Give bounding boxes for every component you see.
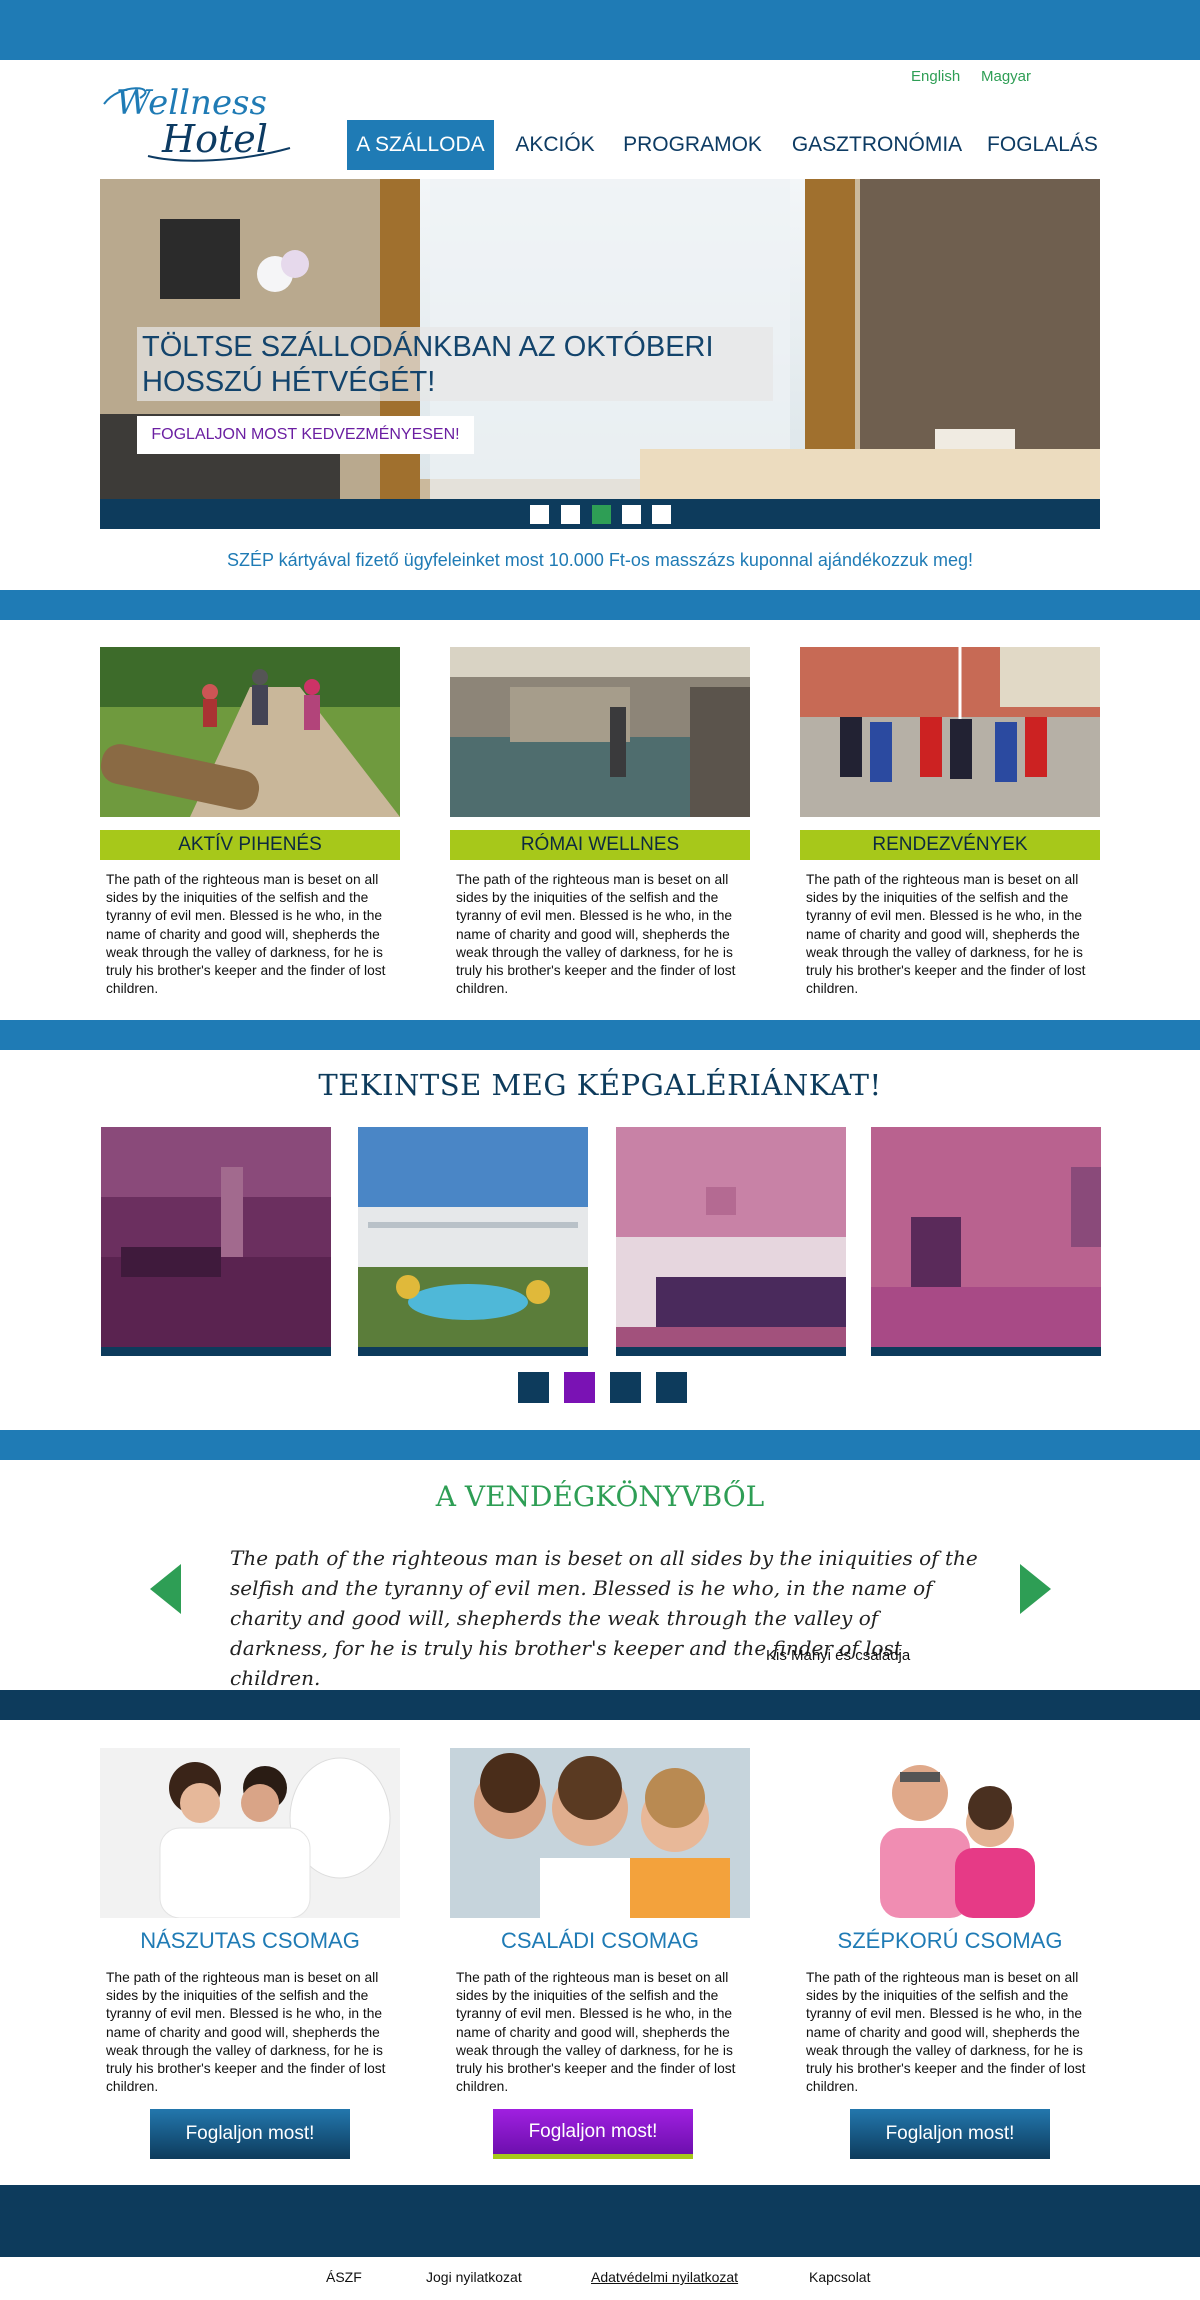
slider-dot-3-active[interactable] — [592, 505, 611, 524]
feature-text-aktiv-pihenes: The path of the righteous man is beset o… — [106, 872, 386, 997]
nav-item-programok[interactable]: PROGRAMOK — [615, 120, 770, 170]
gallery-page-3[interactable] — [610, 1372, 641, 1403]
guestbook-next-arrow-icon[interactable] — [1020, 1564, 1051, 1614]
gallery-image-3-bar — [616, 1347, 846, 1356]
hero-title-line-2: HOSSZÚ HÉTVÉGÉT! — [142, 366, 436, 398]
language-english-link[interactable]: English — [911, 68, 960, 85]
gallery-image-4[interactable] — [871, 1127, 1101, 1347]
package-text-csaladi: The path of the righteous man is beset o… — [456, 1970, 736, 2095]
package-book-button-naszutas[interactable]: Foglaljon most! — [150, 2109, 350, 2159]
gallery-title: TEKINTSE MEG KÉPGALÉRIÁNKAT! — [318, 1068, 882, 1102]
nav-item-akciok[interactable]: AKCIÓK — [505, 120, 605, 170]
footer-bar — [0, 2185, 1200, 2257]
promo-message: SZÉP kártyával fizető ügyfeleinket most … — [226, 550, 974, 570]
package-book-button-szepkoru[interactable]: Foglaljon most! — [850, 2109, 1050, 2159]
footer-link-kapcsolat[interactable]: Kapcsolat — [809, 2269, 870, 2285]
feature-title-aktiv-pihenes[interactable]: AKTÍV PIHENÉS — [100, 830, 400, 860]
logo-script-graphic: Wellness Hotel — [103, 83, 291, 162]
gallery-image-3[interactable] — [616, 1127, 846, 1347]
guestbook-prev-arrow-icon[interactable] — [150, 1564, 181, 1614]
package-book-button-csaladi[interactable]: Foglaljon most! — [493, 2109, 693, 2159]
package-image-csaladi[interactable] — [450, 1748, 750, 1918]
gallery-page-2-active[interactable] — [564, 1372, 595, 1403]
language-magyar-link[interactable]: Magyar — [981, 68, 1031, 85]
slider-dot-2[interactable] — [561, 505, 580, 524]
section-divider-band-dark — [0, 1690, 1200, 1720]
section-divider-band — [0, 1020, 1200, 1050]
package-text-szepkoru: The path of the righteous man is beset o… — [806, 1970, 1086, 2095]
gallery-page-1[interactable] — [518, 1372, 549, 1403]
slider-dot-4[interactable] — [622, 505, 641, 524]
nav-item-foglalas[interactable]: FOGLALÁS — [985, 120, 1100, 170]
package-title-csaladi[interactable]: CSALÁDI CSOMAG — [450, 1928, 750, 1954]
package-image-naszutas[interactable] — [100, 1748, 400, 1918]
hero-book-now-button[interactable]: FOGLALJON MOST KEDVEZMÉNYESEN! — [137, 416, 474, 454]
feature-image-aktiv-pihenes[interactable] — [100, 647, 400, 817]
hero-title: TÖLTSE SZÁLLODÁNKBAN AZ OKTÓBERI HOSSZÚ … — [142, 330, 714, 400]
feature-image-rendezvenyek[interactable] — [800, 647, 1100, 817]
package-title-szepkoru[interactable]: SZÉPKORÚ CSOMAG — [800, 1928, 1100, 1954]
feature-title-rendezvenyek[interactable]: RENDEZVÉNYEK — [800, 830, 1100, 860]
feature-text-rendezvenyek: The path of the righteous man is beset o… — [806, 872, 1086, 997]
footer-link-aszf[interactable]: ÁSZF — [326, 2269, 362, 2285]
section-divider-band — [0, 590, 1200, 620]
gallery-image-1[interactable] — [101, 1127, 331, 1347]
section-divider-band — [0, 1430, 1200, 1460]
footer-link-jogi-nyilatkozat[interactable]: Jogi nyilatkozat — [426, 2269, 522, 2285]
gallery-page-4[interactable] — [656, 1372, 687, 1403]
package-image-szepkoru[interactable] — [800, 1748, 1100, 1918]
gallery-image-2-bar — [358, 1347, 588, 1356]
nav-item-gasztronomia[interactable]: GASZTRONÓMIA — [787, 120, 967, 170]
package-text-naszutas: The path of the righteous man is beset o… — [106, 1970, 386, 2095]
guestbook-title: A VENDÉGKÖNYVBŐL — [435, 1480, 765, 1513]
guestbook-quote: The path of the righteous man is beset o… — [230, 1546, 978, 1690]
hero-title-line-1: TÖLTSE SZÁLLODÁNKBAN AZ OKTÓBERI — [142, 331, 714, 363]
feature-title-romai-wellnes[interactable]: RÓMAI WELLNES — [450, 830, 750, 860]
gallery-image-2[interactable] — [358, 1127, 588, 1347]
slider-dot-5[interactable] — [652, 505, 671, 524]
guestbook-author: Kis Manyi és családja — [766, 1647, 911, 1664]
hotel-logo[interactable]: Wellness Hotel — [100, 78, 300, 164]
gallery-image-4-bar — [871, 1347, 1101, 1356]
footer-link-adatvedelmi-nyilatkozat[interactable]: Adatvédelmi nyilatkozat — [591, 2269, 738, 2285]
nav-item-a-szalloda[interactable]: A SZÁLLODA — [347, 120, 494, 170]
feature-text-romai-wellnes: The path of the righteous man is beset o… — [456, 872, 736, 997]
logo-word-hotel: Hotel — [161, 117, 268, 161]
top-banner-bar — [0, 0, 1200, 60]
gallery-image-1-bar — [101, 1347, 331, 1356]
package-title-naszutas[interactable]: NÁSZUTAS CSOMAG — [100, 1928, 400, 1954]
slider-dot-1[interactable] — [530, 505, 549, 524]
feature-image-romai-wellnes[interactable] — [450, 647, 750, 817]
